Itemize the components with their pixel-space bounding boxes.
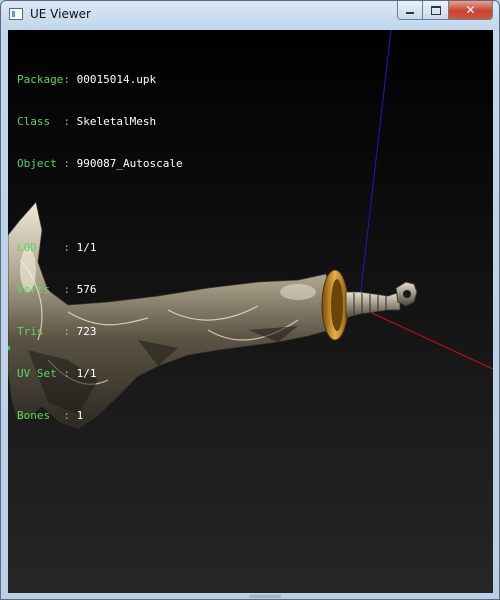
info-row-uvset: UV Set : 1/1 <box>17 367 97 380</box>
blade-highlight-2 <box>280 284 316 300</box>
minimize-button[interactable] <box>397 1 423 20</box>
info-row-tris: Tris : 723 <box>17 325 97 338</box>
info-spacer <box>17 199 183 213</box>
guard-ring-inner <box>331 279 343 331</box>
mesh-info-panel: Package: 00015014.upk Class : SkeletalMe… <box>17 45 183 451</box>
info-row-object: Object : 990087_Autoscale <box>17 157 183 170</box>
pommel-hole <box>403 290 411 298</box>
info-row-bones: Bones : 1 <box>17 409 84 422</box>
info-row-verts: Verts : 576 <box>17 283 97 296</box>
z-axis-line <box>358 30 392 308</box>
resize-grip[interactable] <box>249 595 281 598</box>
close-icon: ✕ <box>465 3 476 17</box>
3d-viewport[interactable]: Package: 00015014.upk Class : SkeletalMe… <box>8 30 493 593</box>
caption-buttons: ✕ <box>397 1 493 21</box>
info-row-package: Package: 00015014.upk <box>17 73 157 86</box>
title-bar[interactable]: UE Viewer ✕ <box>1 1 499 29</box>
minimize-icon <box>406 12 414 14</box>
maximize-icon <box>430 5 441 15</box>
window-title: UE Viewer <box>30 7 91 21</box>
close-button[interactable]: ✕ <box>449 1 493 20</box>
app-icon[interactable] <box>9 8 23 20</box>
info-row-class: Class : SkeletalMesh <box>17 115 157 128</box>
gizmo-marker <box>8 346 10 350</box>
info-row-lod: LOD : 1/1 <box>17 241 97 254</box>
maximize-button[interactable] <box>423 1 449 20</box>
x-axis-line <box>358 306 493 370</box>
ue-viewer-window: UE Viewer ✕ Package: 00015014.upk Class … <box>0 0 500 600</box>
